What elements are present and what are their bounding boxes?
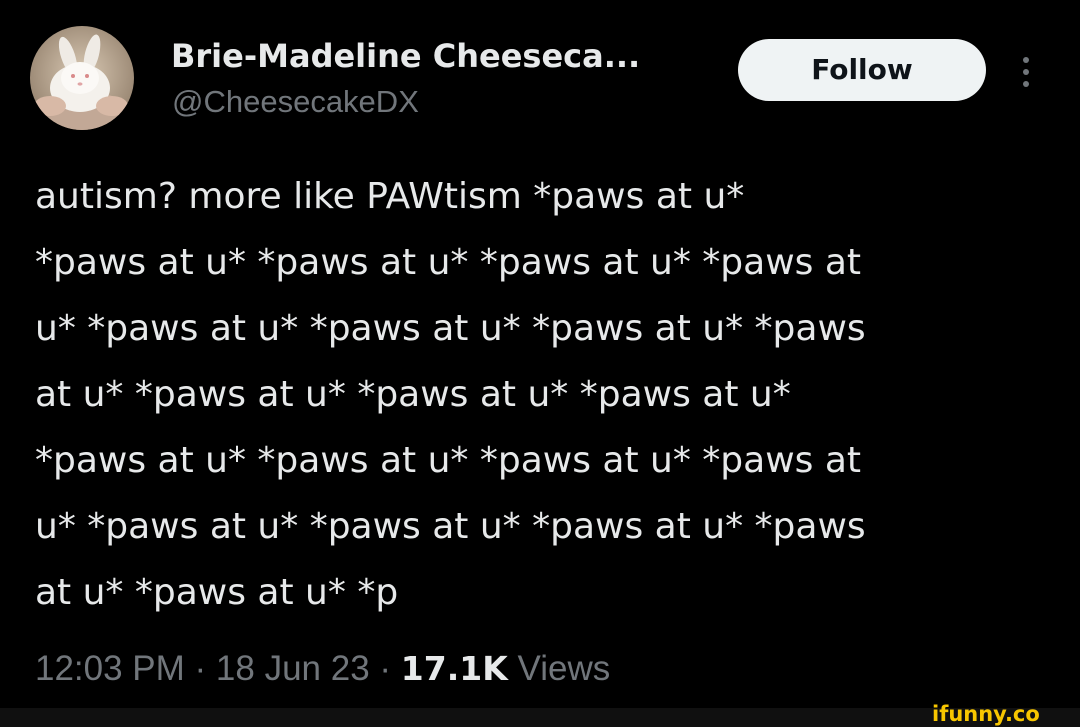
tweet-text-line: autism? more like PAWtism *paws at u* [35, 176, 745, 217]
views-label: Views [507, 649, 611, 688]
watermark-bar [0, 708, 1080, 727]
tweet-text-line: at u* *paws at u* *p [35, 572, 399, 613]
svg-text:ifunny.co: ifunny.co [932, 702, 1040, 726]
more-vertical-icon [1023, 57, 1029, 87]
tweet-text-line: *paws at u* *paws at u* *paws at u* *paw… [35, 242, 862, 283]
views-count[interactable]: 17.1K [401, 649, 508, 688]
tweet-text: autism? more like PAWtism *paws at u* *p… [35, 164, 1045, 626]
tweet-time[interactable]: 12:03 PM [35, 649, 185, 688]
tweet-date[interactable]: 18 Jun 23 [216, 649, 370, 688]
meta-separator: · [369, 649, 401, 688]
tweet-meta: 12:03 PM · 18 Jun 23 · 17.1K Views [35, 646, 610, 692]
tweet-text-line: u* *paws at u* *paws at u* *paws at u* *… [35, 308, 866, 349]
tweet-text-line: u* *paws at u* *paws at u* *paws at u* *… [35, 506, 866, 547]
ifunny-logo-icon: ifunny.co [932, 702, 1040, 726]
meta-separator: · [184, 649, 216, 688]
bunny-avatar-image [30, 26, 134, 130]
avatar[interactable] [30, 26, 134, 130]
more-options-button[interactable] [1012, 52, 1040, 92]
tweet-text-line: *paws at u* *paws at u* *paws at u* *paw… [35, 440, 862, 481]
author-display-name[interactable]: Brie-Madeline Cheeseca... [171, 34, 640, 78]
author-handle[interactable]: @CheesecakeDX [172, 82, 419, 122]
follow-button[interactable]: Follow [738, 39, 986, 101]
tweet-text-line: at u* *paws at u* *paws at u* *paws at u… [35, 374, 791, 415]
ifunny-watermark: ifunny.co [930, 700, 1070, 726]
